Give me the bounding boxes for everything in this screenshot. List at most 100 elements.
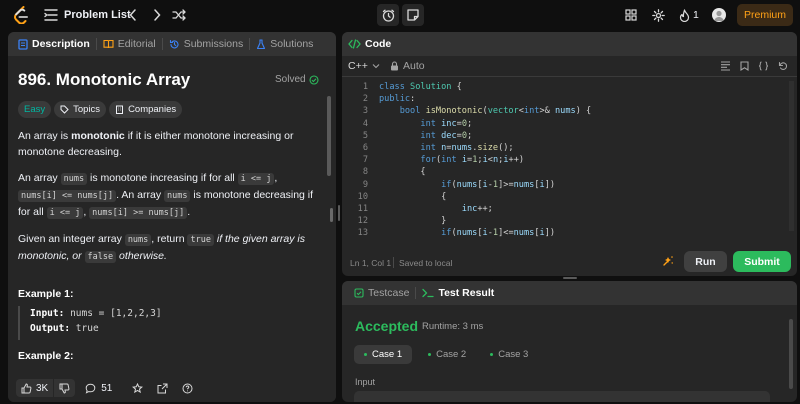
tab-description-label: Description [32,38,90,50]
like-count: 3K [36,382,49,394]
tab-testcase[interactable]: Testcase [348,281,415,305]
case-tab-label: Case 3 [498,349,529,360]
solved-label: Solved [275,74,306,85]
history-icon [169,39,180,50]
streak-fire-icon[interactable] [678,8,690,22]
like-button[interactable]: 3K [16,379,54,397]
editor-scrollbar[interactable] [789,81,794,231]
line-number: 12 [357,216,368,227]
tab-testcase-label: Testcase [368,287,410,299]
code-line[interactable]: 5 int dec=0; [342,130,782,142]
timer-button[interactable] [377,4,399,26]
example-2-title: Example 2: [18,350,74,362]
input-label: Input [355,377,376,387]
code-brackets-icon [348,39,361,49]
code-line[interactable]: 10 { [342,191,782,203]
help-icon[interactable] [182,383,193,394]
tab-editorial[interactable]: Editorial [97,32,162,56]
case-pass-dot [428,353,432,356]
lock-icon [391,61,398,71]
share-icon[interactable] [157,383,168,394]
horizontal-splitter[interactable] [563,276,577,279]
difficulty-badge[interactable]: Easy [18,101,52,118]
shuffle-icon[interactable] [172,8,186,22]
code-line[interactable]: 4 int inc=0; [342,118,782,130]
companies-label: Companies [128,104,177,115]
result-scrollbar[interactable] [789,319,793,389]
avatar[interactable] [712,8,726,22]
book-icon [103,39,114,49]
leetcode-logo-icon[interactable] [12,6,30,24]
code-editor[interactable]: 1 class Solution {2 public: 3 bool isMonoto… [342,81,797,241]
inline-code: i <= j [46,207,84,219]
inline-code: true [187,234,214,246]
braces-icon[interactable] [758,61,769,71]
case-tab[interactable]: Case 1 [354,345,413,364]
case-tab[interactable]: Case 2 [412,345,476,364]
problem-list-icon[interactable] [44,8,58,22]
reset-icon[interactable] [778,61,788,71]
layout-icon[interactable] [624,8,638,22]
companies-chip[interactable]: Companies [109,101,183,118]
code-line[interactable]: 12 } [342,215,782,227]
code-line[interactable]: 1 class Solution { [342,81,782,93]
submit-button[interactable]: Submit [733,251,791,272]
case-tabs: Case 1 Case 2 Case 3 [354,345,538,364]
premium-button[interactable]: Premium [737,4,793,26]
description-tabs: Description Editorial Submissions Soluti… [8,32,336,56]
tab-solutions[interactable]: Solutions [250,32,319,56]
streak-count: 1 [693,9,699,21]
example-1-output-line: Output: true [30,321,318,336]
dislike-button[interactable] [54,379,76,397]
bookmark-icon[interactable] [740,61,749,71]
auto-mode[interactable]: Auto [390,60,425,72]
code-text: for(int i=1;i<n;i++) [420,155,525,166]
code-text: bool isMonotonic(vector<int>& nums) { [399,106,592,117]
statement-paragraph-3: Given an integer array nums, return true… [18,231,318,265]
notes-button[interactable] [402,4,424,26]
text: . [187,206,191,218]
language-select[interactable]: C++ [348,60,380,72]
text: , return [151,233,188,245]
inline-code: nums [60,173,88,185]
auto-label: Auto [403,60,425,72]
tab-test-result[interactable]: Test Result [416,281,500,305]
debug-icon[interactable] [662,255,674,267]
line-number: 8 [362,167,368,178]
next-problem-button[interactable] [150,8,164,22]
toolbar-divider [342,76,797,77]
text: , [274,172,278,184]
tab-description[interactable]: Description [12,32,96,56]
code-line[interactable]: 6 int n=nums.size(); [342,142,782,154]
problem-statement: An array is monotonic if it is either mo… [18,128,318,275]
run-button[interactable]: Run [684,251,727,272]
code-line[interactable]: 7 for(int i=1;i<n;i++) [342,154,782,166]
tab-editorial-label: Editorial [117,38,156,50]
tab-submissions-label: Submissions [183,38,244,50]
comments-button[interactable]: 51 [85,383,112,394]
tab-code[interactable]: Code [348,32,391,56]
gear-icon[interactable] [651,8,665,22]
code-line[interactable]: 11 inc++; [342,203,782,215]
star-icon[interactable] [132,382,144,394]
output-value: true [75,323,99,334]
code-line[interactable]: 8 { [342,166,782,178]
drag-handle[interactable] [330,208,333,222]
format-icon[interactable] [720,61,731,71]
prev-problem-button[interactable] [126,8,140,22]
topics-label: Topics [73,104,101,115]
vertical-splitter[interactable] [338,205,340,221]
case-tab[interactable]: Case 3 [476,345,538,364]
code-line[interactable]: 13 if(nums[i-1]<=nums[i]) [342,227,782,239]
building-icon [116,105,124,114]
code-panel: Code C++ Auto 1 class Solution {2 public: 3… [342,32,797,276]
code-line[interactable]: 2 public: [342,93,782,105]
description-scrollbar[interactable] [327,96,331,176]
terminal-icon [422,288,435,298]
code-line[interactable]: 3 bool isMonotonic(vector<int>& nums) { [342,105,782,117]
problem-list-link[interactable]: Problem List [64,8,131,22]
code-line[interactable]: 9 if(nums[i-1]>=nums[i]) [342,179,782,191]
topics-chip[interactable]: Topics [54,101,107,118]
runtime: Runtime: 3 ms [422,321,484,332]
tab-submissions[interactable]: Submissions [163,32,250,56]
